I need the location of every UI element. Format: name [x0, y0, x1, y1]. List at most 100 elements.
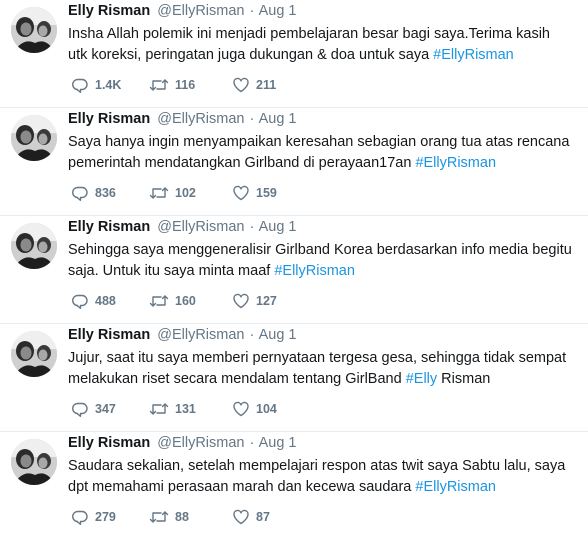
- tweet-actions: 488 160 127: [68, 292, 368, 310]
- author-handle[interactable]: @EllyRisman: [157, 327, 244, 343]
- separator: ·: [249, 219, 255, 235]
- like-button[interactable]: 127: [232, 292, 277, 310]
- retweet-count: 102: [175, 186, 196, 200]
- retweet-icon: [149, 187, 169, 199]
- reply-icon: [72, 186, 88, 201]
- separator: ·: [249, 3, 255, 19]
- reply-count: 488: [95, 294, 116, 308]
- hashtag-link[interactable]: #EllyRisman: [415, 479, 496, 495]
- avatar[interactable]: [11, 223, 57, 269]
- tweet-text: Insha Allah polemik ini menjadi pembelaj…: [68, 24, 573, 66]
- tweet[interactable]: Elly Risman @EllyRisman · Aug 1 Insha Al…: [0, 0, 588, 108]
- reply-button[interactable]: 488: [71, 292, 116, 310]
- tweet-text: Saudara sekalian, setelah mempelajari re…: [68, 456, 573, 498]
- tweet-header: Elly Risman @EllyRisman · Aug 1: [68, 111, 296, 127]
- retweet-icon: [149, 403, 169, 415]
- tweet[interactable]: Elly Risman @EllyRisman · Aug 1 Saudara …: [0, 432, 588, 542]
- tweet-actions: 836 102 159: [68, 184, 368, 202]
- like-button[interactable]: 159: [232, 184, 277, 202]
- reply-count: 279: [95, 510, 116, 524]
- author-name[interactable]: Elly Risman: [68, 327, 150, 343]
- separator: ·: [249, 327, 255, 343]
- like-count: 87: [256, 510, 270, 524]
- reply-button[interactable]: 836: [71, 184, 116, 202]
- retweet-button[interactable]: 116: [149, 76, 195, 94]
- tweet-header: Elly Risman @EllyRisman · Aug 1: [68, 3, 296, 19]
- retweet-count: 131: [175, 402, 196, 416]
- author-name[interactable]: Elly Risman: [68, 219, 150, 235]
- author-name[interactable]: Elly Risman: [68, 435, 150, 451]
- reply-icon: [72, 510, 88, 525]
- tweet-actions: 279 88 87: [68, 508, 368, 526]
- avatar[interactable]: [11, 439, 57, 485]
- tweet-actions: 1.4K 116 211: [68, 76, 368, 94]
- author-handle[interactable]: @EllyRisman: [157, 219, 244, 235]
- tweet-timestamp[interactable]: Aug 1: [259, 435, 297, 451]
- retweet-button[interactable]: 160: [149, 292, 196, 310]
- avatar[interactable]: [11, 115, 57, 161]
- author-handle[interactable]: @EllyRisman: [157, 435, 244, 451]
- avatar-photo: [11, 7, 57, 53]
- tweet-header: Elly Risman @EllyRisman · Aug 1: [68, 219, 296, 235]
- avatar-photo: [11, 439, 57, 485]
- retweet-count: 116: [175, 78, 196, 92]
- tweet[interactable]: Elly Risman @EllyRisman · Aug 1 Jujur, s…: [0, 324, 588, 432]
- avatar-photo: [11, 115, 57, 161]
- like-count: 104: [256, 402, 277, 416]
- reply-icon: [72, 294, 88, 309]
- like-button[interactable]: 87: [232, 508, 270, 526]
- retweet-button[interactable]: 131: [149, 400, 196, 418]
- tweet-timestamp[interactable]: Aug 1: [259, 111, 297, 127]
- hashtag-link[interactable]: #EllyRisman: [433, 47, 514, 63]
- tweet-text: Jujur, saat itu saya memberi pernyataan …: [68, 348, 573, 390]
- retweet-icon: [149, 511, 169, 523]
- tweet-header: Elly Risman @EllyRisman · Aug 1: [68, 327, 296, 343]
- separator: ·: [249, 435, 255, 451]
- avatar[interactable]: [11, 7, 57, 53]
- reply-icon: [72, 402, 88, 417]
- like-count: 211: [256, 78, 277, 92]
- hashtag-link[interactable]: #EllyRisman: [274, 263, 355, 279]
- author-name[interactable]: Elly Risman: [68, 3, 150, 19]
- author-handle[interactable]: @EllyRisman: [157, 111, 244, 127]
- heart-icon: [233, 185, 249, 201]
- tweet-header: Elly Risman @EllyRisman · Aug 1: [68, 435, 296, 451]
- tweet[interactable]: Elly Risman @EllyRisman · Aug 1 Sehingga…: [0, 216, 588, 324]
- hashtag-link[interactable]: #Elly: [406, 371, 437, 387]
- hashtag-link[interactable]: #EllyRisman: [415, 155, 496, 171]
- reply-button[interactable]: 1.4K: [71, 76, 121, 94]
- like-button[interactable]: 211: [232, 76, 276, 94]
- heart-icon: [233, 401, 249, 417]
- retweet-count: 88: [175, 510, 189, 524]
- reply-icon: [72, 78, 88, 93]
- tweet-text: Saya hanya ingin menyampaikan keresahan …: [68, 132, 573, 174]
- retweet-icon: [149, 79, 169, 91]
- heart-icon: [233, 509, 249, 525]
- heart-icon: [233, 293, 249, 309]
- reply-button[interactable]: 279: [71, 508, 116, 526]
- tweet-text-content: Jujur, saat itu saya memberi pernyataan …: [68, 350, 567, 387]
- tweet-text-trailing: Risman: [437, 371, 491, 387]
- like-count: 159: [256, 186, 277, 200]
- avatar[interactable]: [11, 331, 57, 377]
- tweet-timestamp[interactable]: Aug 1: [259, 327, 297, 343]
- retweet-count: 160: [175, 294, 196, 308]
- like-count: 127: [256, 294, 277, 308]
- reply-count: 1.4K: [95, 78, 122, 92]
- reply-button[interactable]: 347: [71, 400, 116, 418]
- separator: ·: [249, 111, 255, 127]
- reply-count: 347: [95, 402, 116, 416]
- tweet-text: Sehingga saya menggeneralisir Girlband K…: [68, 240, 573, 282]
- retweet-button[interactable]: 88: [149, 508, 189, 526]
- tweet-timestamp[interactable]: Aug 1: [259, 219, 297, 235]
- author-handle[interactable]: @EllyRisman: [157, 3, 244, 19]
- avatar-photo: [11, 223, 57, 269]
- author-name[interactable]: Elly Risman: [68, 111, 150, 127]
- retweet-button[interactable]: 102: [149, 184, 196, 202]
- heart-icon: [233, 77, 249, 93]
- retweet-icon: [149, 295, 169, 307]
- like-button[interactable]: 104: [232, 400, 277, 418]
- tweet-timestamp[interactable]: Aug 1: [259, 3, 297, 19]
- tweet-actions: 347 131 104: [68, 400, 368, 418]
- tweet[interactable]: Elly Risman @EllyRisman · Aug 1 Saya han…: [0, 108, 588, 216]
